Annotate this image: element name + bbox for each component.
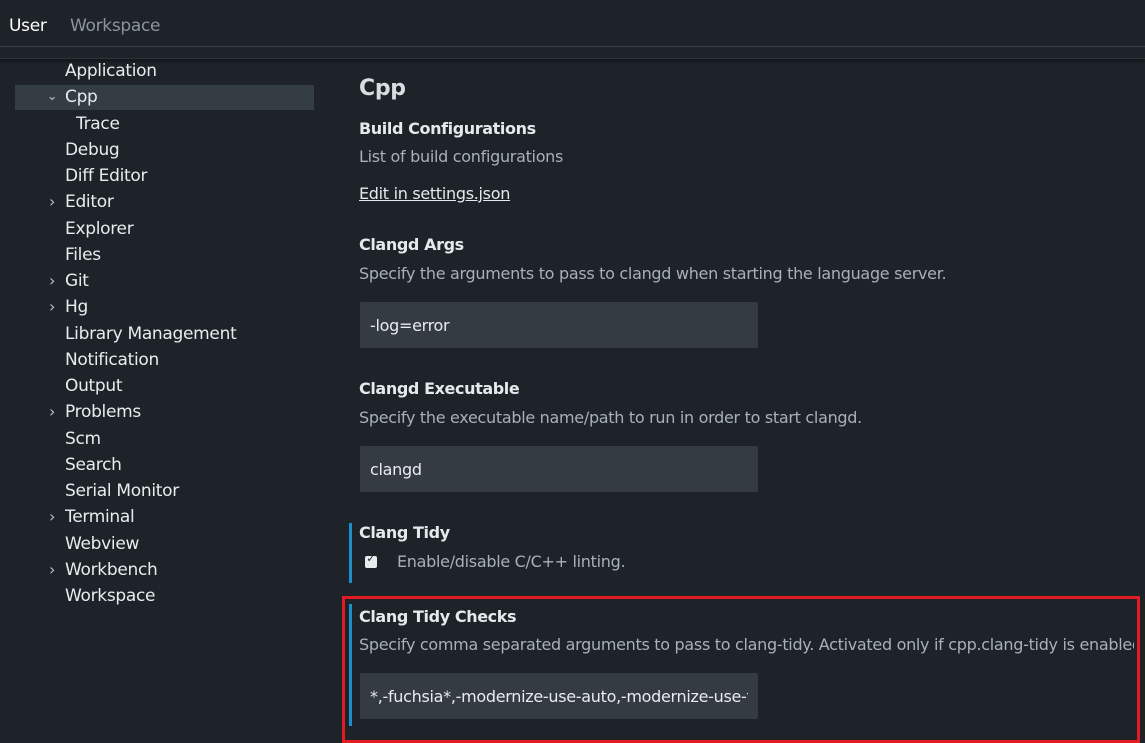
- settings-tab-bar: User Workspace: [0, 0, 1145, 59]
- sidebar-item-label: Application: [65, 61, 157, 81]
- clangd-executable-title: Clangd Executable: [359, 379, 520, 398]
- sidebar-item-search[interactable]: Search: [15, 453, 314, 478]
- sidebar-item-hg[interactable]: › Hg: [15, 295, 314, 320]
- sidebar-item-diff-editor[interactable]: Diff Editor: [15, 164, 314, 189]
- sidebar-item-label: Explorer: [65, 219, 134, 239]
- sidebar-item-files[interactable]: Files: [15, 243, 314, 268]
- edit-in-settings-json-link[interactable]: Edit in settings.json: [359, 184, 510, 203]
- chevron-right-icon[interactable]: ›: [45, 559, 59, 581]
- sidebar-item-library-management[interactable]: Library Management: [15, 322, 314, 347]
- sidebar-item-editor[interactable]: › Editor: [15, 190, 314, 215]
- sidebar-item-serial-monitor[interactable]: Serial Monitor: [15, 479, 314, 504]
- tab-workspace[interactable]: Workspace: [70, 16, 161, 36]
- chevron-right-icon[interactable]: ›: [45, 296, 59, 318]
- sidebar-item-debug[interactable]: Debug: [15, 138, 314, 163]
- chevron-right-icon[interactable]: ›: [45, 191, 59, 213]
- clangd-executable-description: Specify the executable name/path to run …: [359, 408, 862, 427]
- sidebar-item-label: Serial Monitor: [65, 481, 179, 501]
- checkmark-icon: ✓: [366, 552, 376, 565]
- sidebar-item-explorer[interactable]: Explorer: [15, 217, 314, 242]
- tab-user[interactable]: User: [9, 16, 47, 36]
- build-configurations-description: List of build configurations: [359, 147, 564, 166]
- sidebar-item-label: Files: [65, 245, 101, 265]
- sidebar-item-label: Search: [65, 455, 122, 475]
- sidebar-item-label: Workspace: [65, 586, 156, 606]
- section-title: Cpp: [359, 76, 406, 101]
- sidebar-item-output[interactable]: Output: [15, 374, 314, 399]
- sidebar-item-label: Trace: [76, 114, 120, 134]
- highlight-box: [342, 596, 1140, 743]
- sidebar-item-label: Scm: [65, 429, 101, 449]
- sidebar-item-label: Problems: [65, 402, 141, 422]
- clangd-args-description: Specify the arguments to pass to clangd …: [359, 264, 947, 283]
- sidebar-item-workspace[interactable]: Workspace: [15, 584, 314, 609]
- sidebar-item-trace[interactable]: Trace: [15, 112, 314, 137]
- sidebar-item-label: Cpp: [65, 87, 98, 107]
- clang-tidy-checkbox[interactable]: ✓: [365, 552, 377, 568]
- tab-divider: [0, 46, 1145, 47]
- build-configurations-title: Build Configurations: [359, 119, 536, 138]
- sidebar-item-label: Git: [65, 271, 89, 291]
- sidebar-item-webview[interactable]: Webview: [15, 532, 314, 557]
- sidebar-item-label: Library Management: [65, 324, 237, 344]
- sidebar-item-label: Workbench: [65, 560, 158, 580]
- clangd-args-title: Clangd Args: [359, 235, 464, 254]
- sidebar-item-problems[interactable]: › Problems: [15, 400, 314, 425]
- sidebar-item-label: Notification: [65, 350, 159, 370]
- chevron-right-icon[interactable]: ›: [45, 506, 59, 528]
- chevron-right-icon[interactable]: ›: [45, 401, 59, 423]
- sidebar-item-scm[interactable]: Scm: [15, 427, 314, 452]
- sidebar-item-label: Webview: [65, 534, 140, 554]
- chevron-right-icon[interactable]: ›: [45, 270, 59, 292]
- clang-tidy-checkbox-label: Enable/disable C/C++ linting.: [397, 552, 626, 571]
- chevron-down-icon[interactable]: ⌄: [45, 86, 59, 108]
- sidebar-item-label: Hg: [65, 297, 88, 317]
- sidebar-item-notification[interactable]: Notification: [15, 348, 314, 373]
- sidebar-item-label: Terminal: [65, 507, 135, 527]
- sidebar-item-label: Debug: [65, 140, 120, 160]
- sidebar-item-label: Output: [65, 376, 123, 396]
- sidebar-item-terminal[interactable]: › Terminal: [15, 505, 314, 530]
- sidebar-item-cpp[interactable]: ⌄ Cpp: [15, 85, 314, 110]
- sidebar-item-git[interactable]: › Git: [15, 269, 314, 294]
- settings-tree-sidebar: Application ⌄ Cpp Trace Debug Diff Editor › Edi…: [0, 58, 330, 743]
- clang-tidy-title: Clang Tidy: [359, 523, 450, 542]
- sidebar-item-label: Diff Editor: [65, 166, 148, 186]
- clang-tidy-modified-indicator: [349, 523, 352, 583]
- clangd-executable-input[interactable]: [360, 446, 758, 492]
- clangd-args-input[interactable]: [360, 302, 758, 348]
- sidebar-item-workbench[interactable]: › Workbench: [15, 558, 314, 583]
- sidebar-item-label: Editor: [65, 192, 114, 212]
- sidebar-item-application[interactable]: Application: [15, 59, 314, 84]
